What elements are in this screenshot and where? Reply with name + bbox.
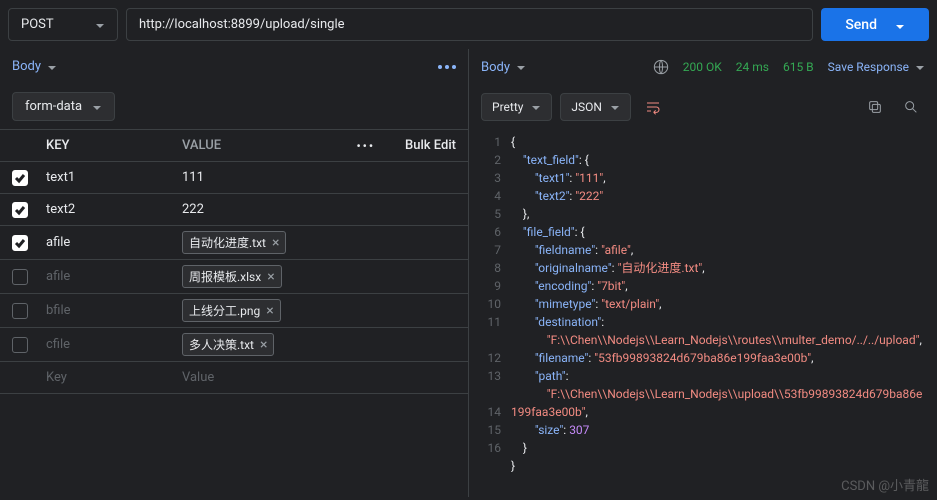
url-input[interactable] <box>126 8 813 41</box>
checkbox[interactable] <box>12 269 28 285</box>
value-cell[interactable]: 222 <box>182 202 456 217</box>
table-row: text1111 <box>0 162 468 194</box>
send-button-label: Send <box>845 17 877 33</box>
key-cell[interactable]: bfile <box>46 303 182 318</box>
bulk-edit-button[interactable]: Bulk Edit <box>405 138 456 153</box>
more-options-icon[interactable] <box>438 65 456 69</box>
key-cell[interactable]: text2 <box>46 202 182 217</box>
checkbox[interactable] <box>12 170 28 186</box>
file-chip[interactable]: 自动化进度.txt × <box>182 231 286 254</box>
table-row: afile 周报模板.xlsx × <box>0 260 468 294</box>
value-cell[interactable]: 上线分工.png × <box>182 299 456 322</box>
file-name: 多人决策.txt <box>189 336 254 353</box>
status-time: 24 ms <box>736 60 769 74</box>
wrap-lines-icon[interactable] <box>639 93 667 121</box>
pretty-label: Pretty <box>492 100 523 114</box>
file-name: 自动化进度.txt <box>189 234 266 251</box>
file-name: 周报模板.xlsx <box>189 268 261 285</box>
columns-options-icon[interactable]: ••• <box>356 139 375 153</box>
checkbox[interactable] <box>12 202 28 218</box>
chevron-down-icon <box>47 62 57 72</box>
copy-icon[interactable] <box>861 93 889 121</box>
table-header: KEY VALUE ••• Bulk Edit <box>0 129 468 162</box>
status-size: 615 B <box>783 60 814 74</box>
request-topbar: POST Send <box>0 0 937 49</box>
table-row: cfile 多人决策.txt × <box>0 328 468 362</box>
body-type-select[interactable]: form-data <box>12 92 115 121</box>
header-value: VALUE <box>182 138 356 153</box>
http-method-select[interactable]: POST <box>8 8 118 41</box>
tab-response-body-label: Body <box>481 60 510 75</box>
key-cell[interactable]: text1 <box>46 170 182 185</box>
tab-body-label: Body <box>12 59 41 74</box>
table-row: bfile 上线分工.png × <box>0 294 468 328</box>
key-cell[interactable]: cfile <box>46 337 182 352</box>
save-response-label: Save Response <box>828 60 909 74</box>
value-cell[interactable]: 周报模板.xlsx × <box>182 265 456 288</box>
format-label: JSON <box>571 100 602 114</box>
request-panel: Body form-data KEY VALUE ••• Bulk Edit <box>0 49 469 497</box>
chevron-down-icon <box>516 62 526 72</box>
key-cell[interactable]: afile <box>46 235 182 250</box>
code-lines: { "text_field": { "text1": "111", "text2… <box>511 133 937 497</box>
file-chip[interactable]: 上线分工.png × <box>182 299 281 322</box>
status-code: 200 OK <box>683 60 722 74</box>
search-icon[interactable] <box>897 93 925 121</box>
value-cell[interactable]: 111 <box>182 170 456 185</box>
response-panel: Body 200 OK 24 ms 615 B Save Response Pr… <box>469 49 937 497</box>
send-button[interactable]: Send <box>821 8 929 41</box>
value-cell[interactable]: 自动化进度.txt × <box>182 231 456 254</box>
key-cell[interactable]: afile <box>46 269 182 284</box>
chevron-down-icon <box>895 20 905 30</box>
table-row: text2222 <box>0 194 468 226</box>
chevron-down-icon <box>92 102 102 112</box>
file-name: 上线分工.png <box>189 302 260 319</box>
tab-response-body[interactable]: Body <box>481 60 526 75</box>
checkbox[interactable] <box>12 337 28 353</box>
format-select[interactable]: JSON <box>560 93 631 121</box>
globe-icon[interactable] <box>653 59 669 75</box>
http-method-label: POST <box>21 17 54 32</box>
body-type-label: form-data <box>25 99 82 114</box>
new-value-input[interactable]: Value <box>182 370 456 385</box>
line-gutter: 12345678910111213141516 <box>469 133 511 497</box>
tab-body[interactable]: Body <box>12 59 57 74</box>
value-cell[interactable]: 多人决策.txt × <box>182 333 456 356</box>
new-key-input[interactable]: Key <box>46 370 182 385</box>
table-row-new[interactable]: Key Value <box>0 362 468 394</box>
response-code-view[interactable]: 12345678910111213141516 { "text_field": … <box>469 129 937 497</box>
remove-file-icon[interactable]: × <box>272 235 279 251</box>
checkbox[interactable] <box>12 303 28 319</box>
checkbox[interactable] <box>12 235 28 251</box>
chevron-down-icon <box>95 20 105 30</box>
form-data-table: KEY VALUE ••• Bulk Edit text1111text2222… <box>0 129 468 394</box>
file-chip[interactable]: 多人决策.txt × <box>182 333 274 356</box>
chevron-down-icon <box>531 102 541 112</box>
table-row: afile 自动化进度.txt × <box>0 226 468 260</box>
save-response-button[interactable]: Save Response <box>828 60 925 74</box>
file-chip[interactable]: 周报模板.xlsx × <box>182 265 282 288</box>
chevron-down-icon <box>610 102 620 112</box>
pretty-select[interactable]: Pretty <box>481 93 552 121</box>
remove-file-icon[interactable]: × <box>266 303 273 319</box>
remove-file-icon[interactable]: × <box>267 269 274 285</box>
header-key: KEY <box>46 138 182 153</box>
chevron-down-icon <box>915 62 925 72</box>
remove-file-icon[interactable]: × <box>260 337 267 353</box>
